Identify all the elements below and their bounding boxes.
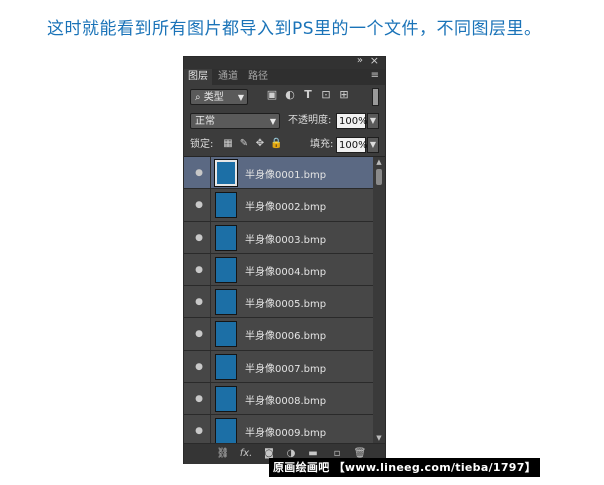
layer-row[interactable]: ● 半身像0001.bmp xyxy=(184,157,373,190)
blend-mode-dropdown[interactable]: 正常 ▼ xyxy=(190,113,280,129)
layer-thumbnail xyxy=(215,418,237,443)
panel-tabs: 图层 通道 路径 ≡ xyxy=(184,69,385,85)
divider xyxy=(210,350,211,383)
opacity-input[interactable]: 100% xyxy=(336,113,368,129)
type-filter-icon[interactable]: T xyxy=(302,89,314,101)
filter-toggle[interactable] xyxy=(372,88,379,106)
panel-titlebar: » × xyxy=(184,54,385,69)
layer-row[interactable]: ● 半身像0008.bmp xyxy=(184,383,373,416)
chevron-down-icon: ▼ xyxy=(269,117,276,126)
layer-name: 半身像0008.bmp xyxy=(245,396,327,408)
layer-thumbnail xyxy=(215,289,237,316)
filter-kind-dropdown[interactable]: ⌕ 类型 ▼ xyxy=(190,89,248,105)
layer-name: 半身像0005.bmp xyxy=(245,299,327,311)
lock-transparency-icon[interactable]: ▦ xyxy=(222,138,234,150)
layer-name: 半身像0009.bmp xyxy=(245,428,327,440)
layer-thumbnail xyxy=(215,353,237,380)
close-icon[interactable]: × xyxy=(370,54,379,67)
layers-panel: » × 图层 通道 路径 ≡ ⌕ 类型 ▼ ▣ ◐ T ⊡ ⊞ 正常 ▼ 不透明… xyxy=(183,54,386,464)
opacity-arrow-icon[interactable]: ▼ xyxy=(367,113,379,129)
divider xyxy=(210,286,211,318)
opacity-label: 不透明度: xyxy=(288,115,332,126)
layer-row[interactable]: ● 半身像0007.bmp xyxy=(184,350,373,384)
layer-thumbnail xyxy=(214,159,238,187)
chevron-down-icon: ▼ xyxy=(237,93,244,102)
watermark: 原画绘画吧 【www.lineeg.com/tieba/1797】 xyxy=(269,458,541,477)
layer-name: 半身像0006.bmp xyxy=(245,331,327,343)
eye-icon[interactable]: ● xyxy=(190,264,208,276)
lock-pixels-icon[interactable]: ✎ xyxy=(238,138,250,150)
lock-all-icon[interactable]: 🔒 xyxy=(270,138,282,150)
layer-thumbnail xyxy=(215,386,237,413)
layer-row[interactable]: ● 半身像0006.bmp xyxy=(184,318,373,351)
layer-name: 半身像0003.bmp xyxy=(245,234,327,246)
divider xyxy=(210,415,211,443)
eye-icon[interactable]: ● xyxy=(190,328,208,340)
layer-name: 半身像0007.bmp xyxy=(245,363,327,375)
eye-icon[interactable]: ● xyxy=(190,232,208,244)
divider xyxy=(210,318,211,350)
layer-row[interactable]: ● 半身像0005.bmp xyxy=(184,286,373,319)
adjustment-filter-icon[interactable]: ◐ xyxy=(284,89,296,101)
layer-thumbnail xyxy=(215,256,237,283)
eye-icon[interactable]: ● xyxy=(190,296,208,308)
scroll-down-icon[interactable]: ▼ xyxy=(373,433,385,443)
layers-list: ● 半身像0001.bmp ● 半身像0002.bmp ● 半身像0003.bmp ● 半身像… xyxy=(184,157,373,443)
smart-object-filter-icon[interactable]: ⊞ xyxy=(338,89,350,101)
divider xyxy=(210,189,211,221)
tab-paths[interactable]: 路径 xyxy=(244,69,272,85)
scroll-thumb[interactable] xyxy=(376,169,382,185)
tab-channels[interactable]: 通道 xyxy=(214,69,242,85)
layer-row[interactable]: ● 半身像0002.bmp xyxy=(184,189,373,222)
fill-label: 填充: xyxy=(310,139,334,150)
divider xyxy=(210,383,211,415)
link-icon[interactable]: ⛓ xyxy=(216,447,230,461)
layer-thumbnail xyxy=(215,321,237,348)
search-icon: ⌕ xyxy=(195,92,201,103)
filter-row: ⌕ 类型 ▼ ▣ ◐ T ⊡ ⊞ xyxy=(184,85,385,109)
layer-row[interactable]: ● 半身像0003.bmp xyxy=(184,221,373,254)
filter-kind-label: 类型 xyxy=(203,92,224,103)
eye-icon[interactable]: ● xyxy=(190,425,208,437)
lock-row: 锁定: ▦ ✎ ✥ 🔒 填充: 100% ▼ xyxy=(184,133,385,157)
divider xyxy=(210,157,211,189)
divider xyxy=(210,253,211,286)
layer-name: 半身像0004.bmp xyxy=(245,266,327,278)
eye-icon[interactable]: ● xyxy=(190,199,208,211)
tab-layers[interactable]: 图层 xyxy=(184,69,212,85)
layer-thumbnail xyxy=(215,192,237,219)
layers-scrollbar[interactable]: ▲ ▼ xyxy=(373,157,385,443)
layer-name: 半身像0001.bmp xyxy=(245,170,327,181)
page-caption: 这时就能看到所有图片都导入到PS里的一个文件，不同图层里。 xyxy=(47,19,542,39)
panel-menu-icon[interactable]: ≡ xyxy=(371,70,379,81)
scroll-up-icon[interactable]: ▲ xyxy=(373,157,385,167)
divider xyxy=(210,221,211,253)
image-filter-icon[interactable]: ▣ xyxy=(266,89,278,101)
layer-row[interactable]: ● 半身像0009.bmp xyxy=(184,415,373,443)
layer-row[interactable]: ● 半身像0004.bmp xyxy=(184,253,373,287)
layer-name: 半身像0002.bmp xyxy=(245,202,327,214)
fill-input[interactable]: 100% xyxy=(336,137,368,153)
fx-icon[interactable]: fx. xyxy=(239,447,253,461)
blend-mode-label: 正常 xyxy=(195,116,215,127)
layer-thumbnail xyxy=(215,224,237,251)
double-chevron-icon[interactable]: » xyxy=(357,55,363,66)
eye-icon[interactable]: ● xyxy=(190,167,208,179)
lock-position-icon[interactable]: ✥ xyxy=(254,138,266,150)
eye-icon[interactable]: ● xyxy=(190,393,208,405)
blend-row: 正常 ▼ 不透明度: 100% ▼ xyxy=(184,109,385,133)
shape-filter-icon[interactable]: ⊡ xyxy=(320,89,332,101)
lock-label: 锁定: xyxy=(190,139,214,150)
fill-arrow-icon[interactable]: ▼ xyxy=(367,137,379,153)
eye-icon[interactable]: ● xyxy=(190,361,208,373)
